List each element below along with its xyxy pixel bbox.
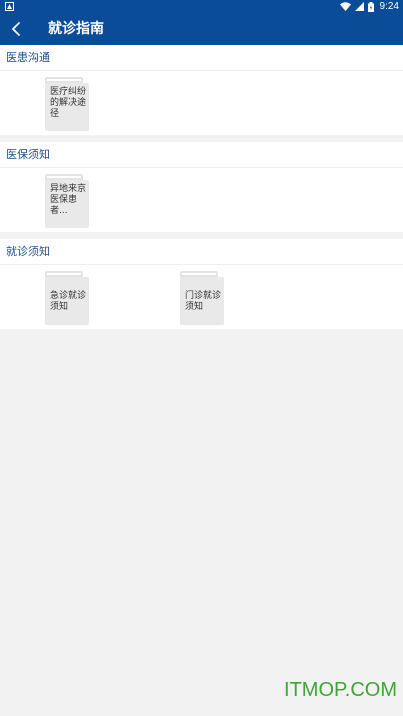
- notification-icon: [5, 2, 14, 11]
- page-title: 就诊指南: [48, 21, 104, 37]
- doc-item-label: 门诊就诊须知: [185, 291, 222, 312]
- section-doctor-patient-communication: 医患沟通 医疗纠纷的解决途径: [0, 45, 403, 135]
- doc-item-label: 急诊就诊须知: [50, 291, 87, 312]
- section-items: 异地来京医保患者...: [0, 168, 403, 232]
- watermark: ITMOP.COM: [284, 679, 397, 701]
- doc-item-outpatient-notice[interactable]: 门诊就诊须知: [180, 271, 224, 325]
- doc-item-label: 异地来京医保患者...: [50, 184, 87, 216]
- status-icons: 9:24: [339, 0, 399, 13]
- doc-item-medical-dispute[interactable]: 医疗纠纷的解决途径: [45, 77, 89, 131]
- document-card: 异地来京医保患者...: [45, 180, 89, 228]
- doc-item-emergency-notice[interactable]: 急诊就诊须知: [45, 271, 89, 325]
- status-time: 9:24: [379, 1, 399, 12]
- section-visit-notice: 就诊须知 急诊就诊须知 门诊就诊须知: [0, 239, 403, 329]
- doc-item-nonlocal-insurance[interactable]: 异地来京医保患者...: [45, 174, 89, 228]
- signal-icon: [354, 2, 364, 11]
- back-button[interactable]: [4, 17, 28, 41]
- guide-content: 医患沟通 医疗纠纷的解决途径 医保须知 异地来京医保患者... 就诊须知 急诊就…: [0, 45, 403, 336]
- document-card: 门诊就诊须知: [180, 277, 224, 325]
- section-items: 医疗纠纷的解决途径: [0, 71, 403, 135]
- document-card: 医疗纠纷的解决途径: [45, 83, 89, 131]
- section-medical-insurance: 医保须知 异地来京医保患者...: [0, 142, 403, 232]
- section-title: 医保须知: [0, 142, 403, 168]
- battery-icon: [367, 1, 374, 12]
- status-bar: 9:24: [0, 0, 403, 13]
- app-bar: 就诊指南: [0, 13, 403, 45]
- section-title: 医患沟通: [0, 45, 403, 71]
- section-items: 急诊就诊须知 门诊就诊须知: [0, 265, 403, 329]
- doc-item-label: 医疗纠纷的解决途径: [50, 87, 87, 119]
- document-card: 急诊就诊须知: [45, 277, 89, 325]
- chevron-left-icon: [12, 22, 20, 36]
- section-title: 就诊须知: [0, 239, 403, 265]
- wifi-icon: [339, 2, 351, 11]
